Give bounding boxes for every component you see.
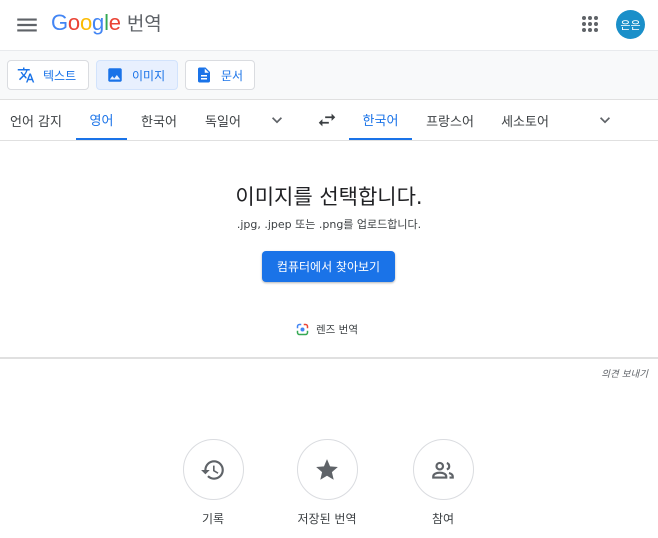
contribute-item: 참여 — [398, 439, 488, 527]
target-lang-french[interactable]: 프랑스어 — [418, 100, 482, 140]
source-lang-korean[interactable]: 한국어 — [131, 100, 187, 140]
saved-translations-button[interactable] — [296, 439, 358, 500]
google-apps-button[interactable] — [578, 12, 602, 36]
text-mode-button[interactable]: 텍스트 — [7, 60, 89, 90]
account-avatar[interactable]: 은은 — [616, 10, 645, 39]
language-bar: 언어 감지 영어 한국어 독일어 한국어 프랑스어 세소토어 — [0, 100, 658, 141]
source-lang-more-button[interactable] — [267, 110, 287, 130]
document-mode-button[interactable]: 문서 — [185, 60, 255, 90]
target-lang-more-button[interactable] — [595, 110, 615, 130]
logo-letter: G — [51, 10, 68, 35]
lens-translate-label: 렌즈 번역 — [316, 324, 358, 336]
image-icon — [108, 68, 122, 82]
history-item: 기록 — [168, 439, 258, 527]
saved-translations-label: 저장된 번역 — [297, 512, 357, 526]
history-icon — [201, 459, 224, 480]
source-lang-english[interactable]: 영어 — [76, 100, 127, 140]
source-lang-detect[interactable]: 언어 감지 — [0, 100, 72, 140]
star-icon — [316, 458, 338, 480]
main-menu-button[interactable] — [14, 12, 40, 38]
product-name: 번역 — [126, 13, 162, 35]
target-lang-sesotho[interactable]: 세소토어 — [492, 100, 558, 140]
history-button[interactable] — [182, 439, 244, 500]
history-label: 기록 — [201, 512, 225, 526]
translate-icon — [17, 67, 35, 83]
mode-toolbar: 텍스트 이미지 문서 — [0, 50, 658, 100]
send-feedback-link[interactable]: 의견 보내기 — [601, 366, 648, 380]
chevron-down-icon — [600, 117, 610, 124]
google-translate-logo[interactable]: Google 번역 — [51, 9, 162, 39]
google-wordmark: Google — [51, 10, 121, 36]
image-mode-label: 이미지 — [132, 68, 166, 83]
swap-languages-button[interactable] — [316, 109, 338, 131]
logo-letter: g — [92, 10, 105, 35]
logo-letter: o — [67, 10, 80, 35]
image-mode-button[interactable]: 이미지 — [96, 60, 178, 90]
logo-letter: o — [79, 10, 93, 35]
contribute-button[interactable] — [412, 439, 474, 500]
image-upload-area[interactable]: 이미지를 선택합니다. .jpg, .jpep 또는 .png를 업로드합니다.… — [0, 141, 658, 359]
app-header: Google 번역 은은 — [0, 0, 658, 50]
lens-translate-link[interactable]: 렌즈 번역 — [295, 322, 358, 337]
document-mode-label: 문서 — [221, 68, 244, 83]
logo-letter: e — [108, 10, 121, 35]
swap-arrows-icon — [318, 113, 336, 127]
target-lang-korean[interactable]: 한국어 — [349, 100, 412, 140]
people-icon — [432, 461, 454, 479]
apps-grid-icon — [582, 16, 598, 32]
google-lens-icon — [296, 323, 309, 336]
browse-computer-button[interactable]: 컴퓨터에서 찾아보기 — [262, 251, 395, 282]
source-lang-german[interactable]: 독일어 — [194, 100, 252, 140]
hamburger-menu-icon — [17, 18, 37, 32]
upload-subtitle: .jpg, .jpep 또는 .png를 업로드합니다. — [236, 218, 422, 231]
saved-translations-item: 저장된 번역 — [282, 439, 372, 527]
text-mode-label: 텍스트 — [43, 68, 77, 83]
chevron-down-icon — [272, 117, 282, 124]
document-icon — [198, 67, 210, 83]
upload-title: 이미지를 선택합니다. — [235, 185, 423, 209]
contribute-label: 참여 — [431, 512, 455, 526]
